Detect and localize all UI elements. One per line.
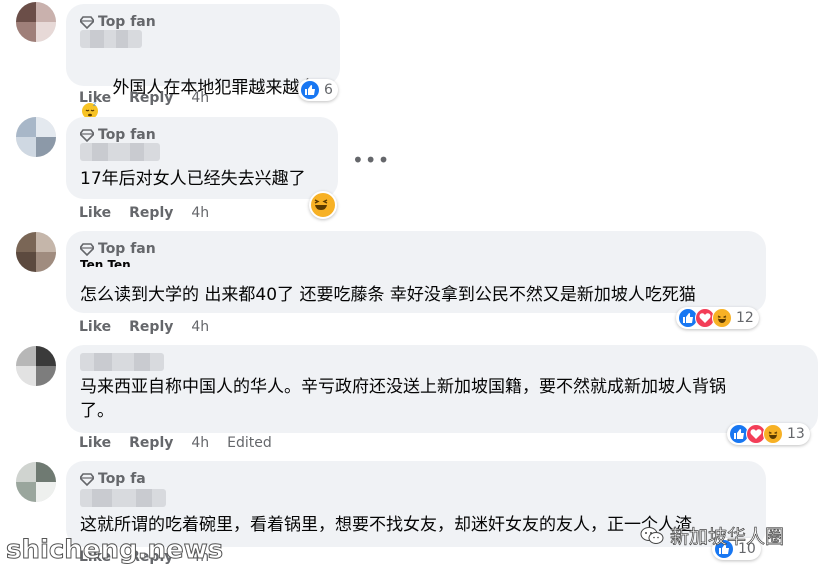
avatar[interactable] <box>16 346 56 386</box>
site-watermark: shicheng.news <box>5 535 224 566</box>
timestamp[interactable]: 4h <box>191 90 209 106</box>
like-button[interactable]: Like <box>79 319 111 335</box>
comment-text: 17年后对女人已经失去兴趣了 <box>80 169 306 189</box>
comment-actions: Like Reply 4h Edited <box>79 435 272 451</box>
reaction-count: 13 <box>787 426 805 442</box>
comment-actions: Like Reply 4h <box>79 205 209 221</box>
comment-bubble: Top fan Ten Ten 怎么读到大学的 出来都40了 还要吃藤条 幸好没… <box>66 231 766 313</box>
like-button[interactable]: Like <box>79 435 111 451</box>
commenter-name[interactable] <box>80 353 164 371</box>
commenter-name[interactable]: Ten Ten <box>80 259 131 267</box>
commenter-name[interactable] <box>80 489 166 507</box>
haha-reaction-icon <box>763 424 783 444</box>
comment-actions: Like Reply 4h <box>79 319 209 335</box>
edited-label[interactable]: Edited <box>227 435 272 451</box>
comment-bubble: Top fan 17年后对女人已经失去兴趣了 <box>66 117 338 199</box>
more-options-button[interactable]: ••• <box>352 148 390 172</box>
wechat-icon <box>640 526 664 544</box>
diamond-icon <box>80 473 94 486</box>
reaction-count: 12 <box>736 310 754 326</box>
commenter-name[interactable] <box>80 30 142 48</box>
wechat-account-name: 新加坡华人圈 <box>670 526 785 549</box>
diamond-icon <box>80 129 94 142</box>
reaction-summary[interactable]: 6 <box>298 79 338 101</box>
comment-text: 马来西亚自称中国人的华人。辛亏政府还没送上新加坡国籍，要不然就成新加坡人背锅 了… <box>80 377 726 421</box>
avatar[interactable] <box>16 117 56 157</box>
comment-bubble: Top fan 外国人在本地犯罪越来越多 z <box>66 4 340 119</box>
wechat-watermark: 新加坡华人圈 <box>640 522 784 549</box>
timestamp[interactable]: 4h <box>191 435 209 451</box>
diamond-icon <box>80 16 94 29</box>
comment-bubble: 马来西亚自称中国人的华人。辛亏政府还没送上新加坡国籍，要不然就成新加坡人背锅 了… <box>66 345 818 433</box>
reply-button[interactable]: Reply <box>129 319 173 335</box>
reply-button[interactable]: Reply <box>129 435 173 451</box>
reaction-summary[interactable]: 12 <box>676 307 759 329</box>
comment-actions: Like Reply 4h <box>79 90 209 106</box>
reaction-count: 6 <box>324 82 333 98</box>
badge-label: Top fa <box>98 471 146 487</box>
avatar[interactable] <box>16 232 56 272</box>
reaction-summary[interactable]: 13 <box>727 423 810 445</box>
reply-button[interactable]: Reply <box>129 90 173 106</box>
avatar[interactable] <box>16 462 56 502</box>
commenter-name[interactable] <box>80 143 160 161</box>
like-button[interactable]: Like <box>79 205 111 221</box>
avatar[interactable] <box>16 2 56 42</box>
top-fan-badge: Top fa <box>80 471 146 487</box>
haha-reaction-icon <box>712 308 732 328</box>
badge-label: Top fan <box>98 127 156 143</box>
like-reaction-icon <box>300 80 320 100</box>
badge-label: Top fan <box>98 14 156 30</box>
top-fan-badge: Top fan <box>80 14 156 30</box>
comment-text: 怎么读到大学的 出来都40了 还要吃藤条 幸好没拿到公民不然又是新加坡人吃死猫 <box>80 285 696 305</box>
badge-label: Top fan <box>98 241 156 257</box>
reply-button[interactable]: Reply <box>129 205 173 221</box>
top-fan-badge: Top fan <box>80 127 156 143</box>
like-button[interactable]: Like <box>79 90 111 106</box>
timestamp[interactable]: 4h <box>191 205 209 221</box>
top-fan-badge: Top fan <box>80 241 156 257</box>
timestamp[interactable]: 4h <box>191 319 209 335</box>
haha-reaction-icon[interactable] <box>309 191 337 219</box>
diamond-icon <box>80 243 94 256</box>
